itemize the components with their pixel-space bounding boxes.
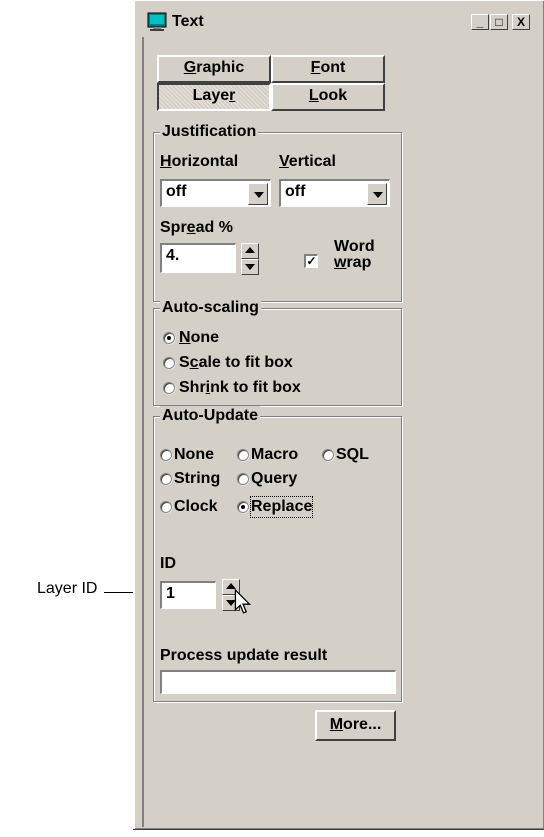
radio-update-clock[interactable] xyxy=(160,501,172,513)
autoscaling-group: Auto-scaling None Scale to fit box Shrin… xyxy=(153,298,402,406)
autoscaling-legend: Auto-scaling xyxy=(160,298,261,318)
radio-shrink-fit[interactable] xyxy=(163,382,175,394)
autoupdate-legend: Auto-Update xyxy=(160,406,260,426)
radio-update-replace[interactable] xyxy=(237,501,249,513)
window-title: Text xyxy=(172,13,204,30)
tab-graphic[interactable]: Graphic xyxy=(157,55,271,83)
process-update-label: Process update result xyxy=(160,647,328,664)
minimize-button[interactable]: _ xyxy=(471,14,489,30)
spread-label: Spread % xyxy=(160,219,233,236)
app-icon xyxy=(147,12,167,31)
radio-scale-none[interactable] xyxy=(163,332,175,344)
radio-update-macro[interactable] xyxy=(237,449,249,461)
maximize-button[interactable]: □ xyxy=(490,14,508,30)
close-button[interactable]: X xyxy=(512,14,530,30)
id-label: ID xyxy=(160,555,176,572)
radio-scale-fit[interactable] xyxy=(163,357,175,369)
update-clock-label[interactable]: Clock xyxy=(174,497,218,517)
layer-id-input[interactable]: 1 xyxy=(160,581,216,609)
radio-update-none[interactable] xyxy=(160,449,172,461)
radio-update-sql[interactable] xyxy=(322,449,334,461)
update-macro-label[interactable]: Macro xyxy=(251,445,298,465)
shrink-fit-label[interactable]: Shrink to fit box xyxy=(179,378,301,398)
scale-none-label[interactable]: None xyxy=(179,328,219,348)
vertical-label: Vertical xyxy=(279,153,336,170)
radio-update-query[interactable] xyxy=(237,473,249,485)
radio-update-string[interactable] xyxy=(160,473,172,485)
spin-up-icon[interactable] xyxy=(241,243,259,259)
tab-font[interactable]: Font xyxy=(271,55,385,83)
vertical-select[interactable]: off xyxy=(279,179,390,207)
horizontal-label: Horizontal xyxy=(160,153,239,170)
text-window: Text _ □ X Graphic Font Layer Look Justi… xyxy=(133,0,544,829)
update-query-label[interactable]: Query xyxy=(251,469,297,489)
horizontal-select[interactable]: off xyxy=(160,179,271,207)
chevron-down-icon[interactable] xyxy=(367,183,387,205)
scale-fit-label[interactable]: Scale to fit box xyxy=(179,353,293,373)
tab-layer[interactable]: Layer xyxy=(157,83,271,111)
maximize-icon: □ xyxy=(495,15,503,29)
autoupdate-group: Auto-Update None Macro SQL String Query … xyxy=(153,406,402,702)
spread-input[interactable]: 4. xyxy=(160,243,236,273)
minimize-icon: _ xyxy=(476,15,484,29)
callout-label: Layer ID xyxy=(37,580,98,597)
justification-legend: Justification xyxy=(160,122,259,142)
chevron-down-icon[interactable] xyxy=(248,183,268,205)
spin-down-icon[interactable] xyxy=(241,259,259,275)
mouse-cursor-icon xyxy=(234,589,252,614)
justification-group: Justification Horizontal Vertical off of… xyxy=(153,122,402,302)
spread-spinner[interactable] xyxy=(241,243,259,275)
more-button[interactable]: More... xyxy=(315,710,396,741)
close-icon: X xyxy=(516,15,525,29)
update-string-label[interactable]: String xyxy=(174,469,220,489)
tab-look[interactable]: Look xyxy=(271,83,385,111)
word-wrap-label-wrap: wrap xyxy=(334,254,372,271)
word-wrap-checkbox[interactable]: ✓ xyxy=(304,254,318,268)
update-none-label[interactable]: None xyxy=(174,445,214,465)
update-replace-label[interactable]: Replace xyxy=(249,496,314,518)
panel-divider xyxy=(142,37,144,827)
update-sql-label[interactable]: SQL xyxy=(336,445,369,465)
title-bar[interactable]: Text _ □ X xyxy=(144,10,541,36)
process-update-input[interactable] xyxy=(160,670,396,694)
